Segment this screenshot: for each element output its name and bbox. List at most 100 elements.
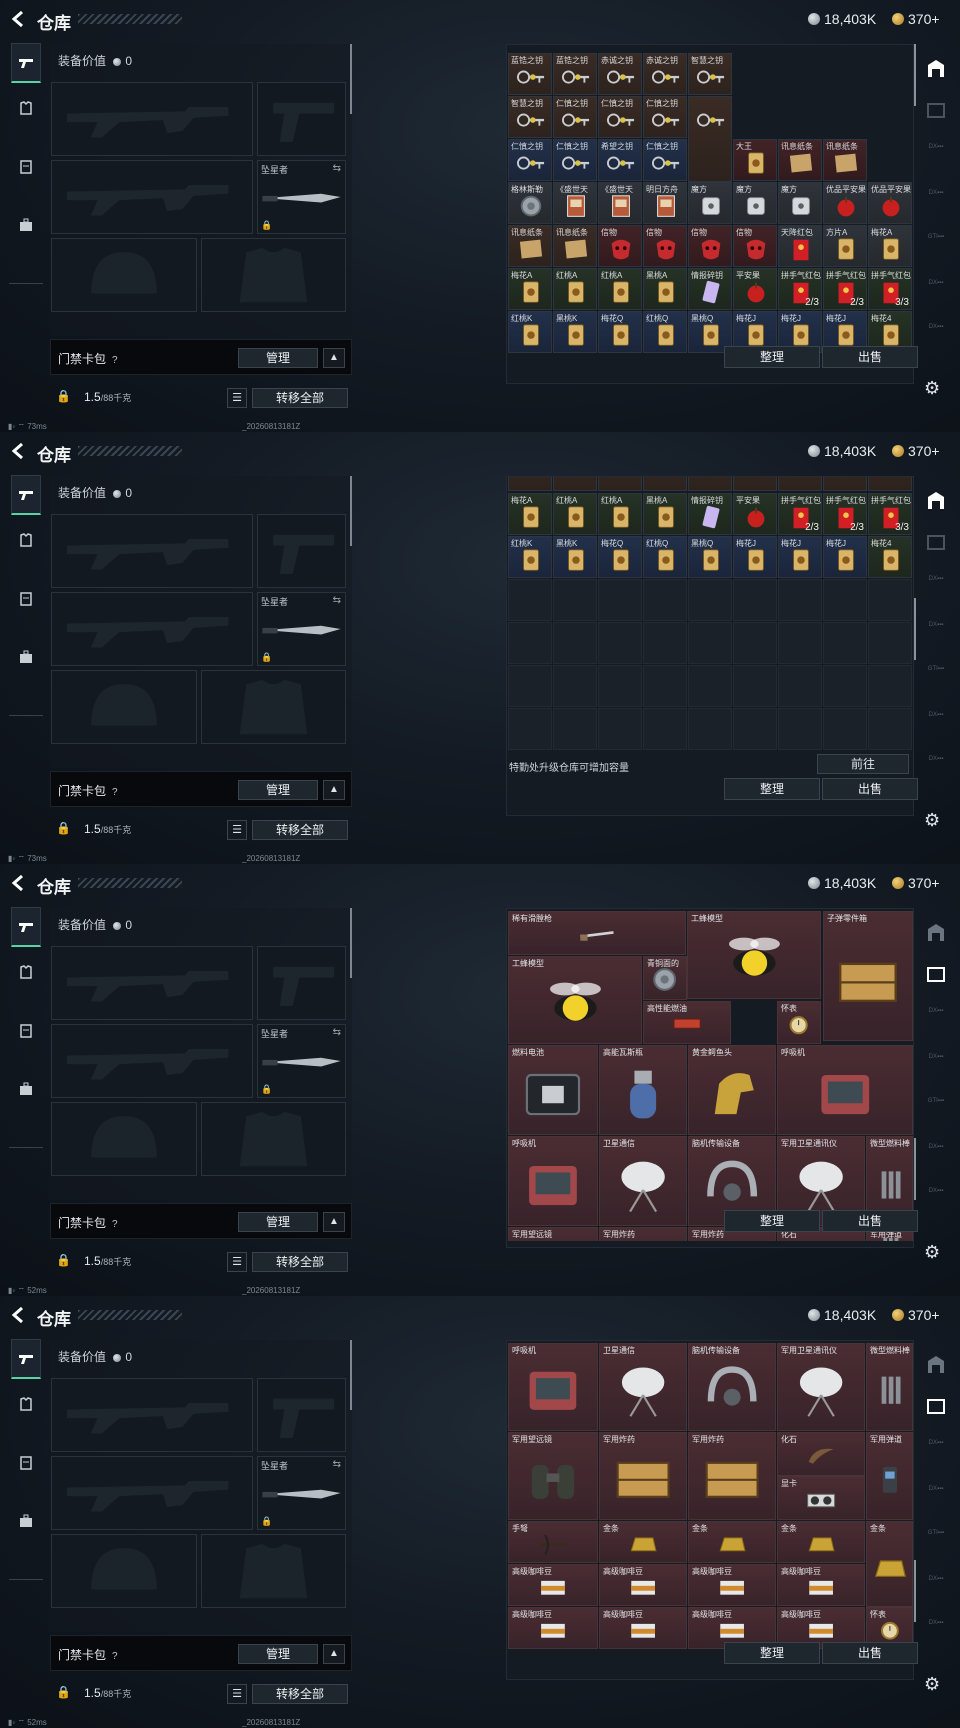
storage-item[interactable]: 仁慎之钥	[553, 96, 597, 138]
empty-slot[interactable]	[508, 665, 552, 707]
storage-item[interactable]: 赤诚之钥	[643, 53, 687, 95]
gold-currency[interactable]: 370+	[892, 442, 940, 460]
manage-button[interactable]: 管理	[238, 1212, 318, 1232]
swap-icon[interactable]: ⇆	[333, 595, 341, 606]
warehouse-tab[interactable]	[922, 486, 950, 514]
gold-currency[interactable]: 370+	[892, 1306, 940, 1324]
melee-slot[interactable]: 坠星者 ⇆ 🔒	[257, 1456, 346, 1530]
storage-item[interactable]: 拼手气红包 3/3	[868, 493, 912, 535]
empty-slot[interactable]	[778, 665, 822, 707]
nav-weapons[interactable]	[11, 907, 41, 947]
storage-box-tab[interactable]	[922, 96, 950, 124]
nav-backpack[interactable]	[11, 1501, 41, 1541]
swap-icon[interactable]: ⇆	[333, 1459, 341, 1470]
storage-scrollbar[interactable]	[914, 598, 916, 660]
storage-item[interactable]	[598, 477, 642, 491]
storage-item[interactable]	[553, 477, 597, 491]
tab-label[interactable]: DX▪▪▪	[922, 756, 950, 762]
empty-slot[interactable]	[823, 708, 867, 750]
empty-slot[interactable]	[868, 708, 912, 750]
storage-item[interactable]: 天降红包	[778, 225, 822, 267]
storage-item[interactable]: 拼手气红包 2/3	[778, 268, 822, 310]
warehouse-tab[interactable]	[922, 54, 950, 82]
empty-slot[interactable]	[688, 708, 732, 750]
storage-item[interactable]: 讯息纸条	[823, 139, 867, 181]
storage-item[interactable]: 红桃Q	[643, 536, 687, 578]
gear-icon[interactable]: ⚙	[924, 810, 944, 830]
melee-slot[interactable]: 坠星者 ⇆ 🔒	[257, 1024, 346, 1098]
empty-slot[interactable]	[553, 708, 597, 750]
storage-item[interactable]: 红桃A	[553, 268, 597, 310]
storage-item[interactable]: 子弹零件箱	[823, 911, 913, 1041]
chevron-up-icon[interactable]: ▲	[323, 1212, 345, 1232]
tab-label[interactable]: GTI▪▪▪	[922, 234, 950, 240]
empty-slot[interactable]	[553, 665, 597, 707]
storage-item[interactable]: 优品平安果	[868, 182, 912, 224]
storage-item[interactable]: 魔方	[733, 182, 777, 224]
storage-item[interactable]: 魔方	[688, 182, 732, 224]
swap-icon[interactable]: ⇆	[333, 163, 341, 174]
storage-item[interactable]: 化石	[777, 1432, 865, 1476]
storage-item[interactable]: 魔方	[778, 182, 822, 224]
storage-item[interactable]: 拼手气红包 2/3	[823, 493, 867, 535]
gold-currency[interactable]: 370+	[892, 874, 940, 892]
back-button[interactable]	[8, 441, 28, 461]
empty-slot[interactable]	[868, 579, 912, 621]
sell-button[interactable]: 出售	[822, 346, 918, 368]
secondary-weapon-slot[interactable]	[51, 1024, 253, 1098]
warehouse-tab[interactable]	[922, 918, 950, 946]
sidearm-slot[interactable]	[257, 514, 346, 588]
storage-item[interactable]: 黑桃K	[553, 536, 597, 578]
storage-item[interactable]: 红桃Q	[643, 311, 687, 353]
storage-item[interactable]: 金条	[599, 1521, 687, 1563]
list-icon[interactable]: ☰	[227, 1684, 247, 1704]
empty-slot[interactable]	[508, 622, 552, 664]
storage-item[interactable]: 高级咖啡豆	[688, 1564, 776, 1606]
storage-item[interactable]: 智慧之钥	[688, 53, 732, 95]
storage-item[interactable]: 卫星通信	[599, 1343, 687, 1431]
tab-label[interactable]: DX▪▪▪	[922, 1054, 950, 1060]
helmet-slot[interactable]	[51, 1534, 197, 1608]
body-armor-slot[interactable]	[201, 1102, 346, 1176]
primary-weapon-slot[interactable]	[51, 946, 253, 1020]
gold-currency[interactable]: 370+	[892, 10, 940, 28]
empty-slot[interactable]	[643, 622, 687, 664]
tab-label[interactable]: DX▪▪▪	[922, 190, 950, 196]
silver-currency[interactable]: 18,403K	[808, 442, 876, 460]
storage-item[interactable]	[688, 96, 732, 182]
loadout-scrollbar[interactable]	[350, 1340, 352, 1410]
gear-icon[interactable]: ⚙	[924, 1674, 944, 1694]
nav-rig[interactable]	[11, 147, 41, 187]
tab-label[interactable]: DX▪▪▪	[922, 1576, 950, 1582]
empty-slot[interactable]	[778, 622, 822, 664]
storage-item[interactable]: 脑机传输设备	[688, 1343, 776, 1431]
storage-item[interactable]: 军用弹道	[866, 1432, 913, 1520]
storage-item[interactable]: 高级咖啡豆	[508, 1564, 598, 1606]
storage-item[interactable]: 仁慎之钥	[598, 96, 642, 138]
empty-slot[interactable]	[598, 665, 642, 707]
tab-label[interactable]: DX▪▪▪	[922, 712, 950, 718]
chevron-up-icon[interactable]: ▲	[323, 780, 345, 800]
empty-slot[interactable]	[823, 665, 867, 707]
storage-item[interactable]: 工蜂模型	[687, 911, 821, 999]
storage-item[interactable]: 高级咖啡豆	[777, 1564, 865, 1606]
storage-item[interactable]: 梅花4	[868, 536, 912, 578]
empty-slot[interactable]	[823, 579, 867, 621]
storage-scrollbar[interactable]	[914, 44, 916, 106]
transfer-all-button[interactable]: 转移全部	[252, 1252, 348, 1272]
loadout-scrollbar[interactable]	[350, 44, 352, 114]
storage-item[interactable]: 信物	[643, 225, 687, 267]
storage-item[interactable]: 仁慎之钥	[643, 96, 687, 138]
storage-box-tab[interactable]	[922, 528, 950, 556]
storage-item[interactable]: 青铜面的	[643, 956, 687, 1000]
nav-armor[interactable]	[11, 1384, 41, 1424]
storage-item[interactable]	[868, 477, 912, 491]
empty-slot[interactable]	[553, 579, 597, 621]
nav-weapons[interactable]	[11, 475, 41, 515]
storage-item[interactable]: 《盛世天	[553, 182, 597, 224]
storage-item[interactable]: 讯息纸条	[778, 139, 822, 181]
tab-label[interactable]: DX▪▪▪	[922, 144, 950, 150]
transfer-all-button[interactable]: 转移全部	[252, 820, 348, 840]
storage-item[interactable]: 黑桃A	[643, 268, 687, 310]
storage-scrollbar[interactable]	[914, 1560, 916, 1622]
